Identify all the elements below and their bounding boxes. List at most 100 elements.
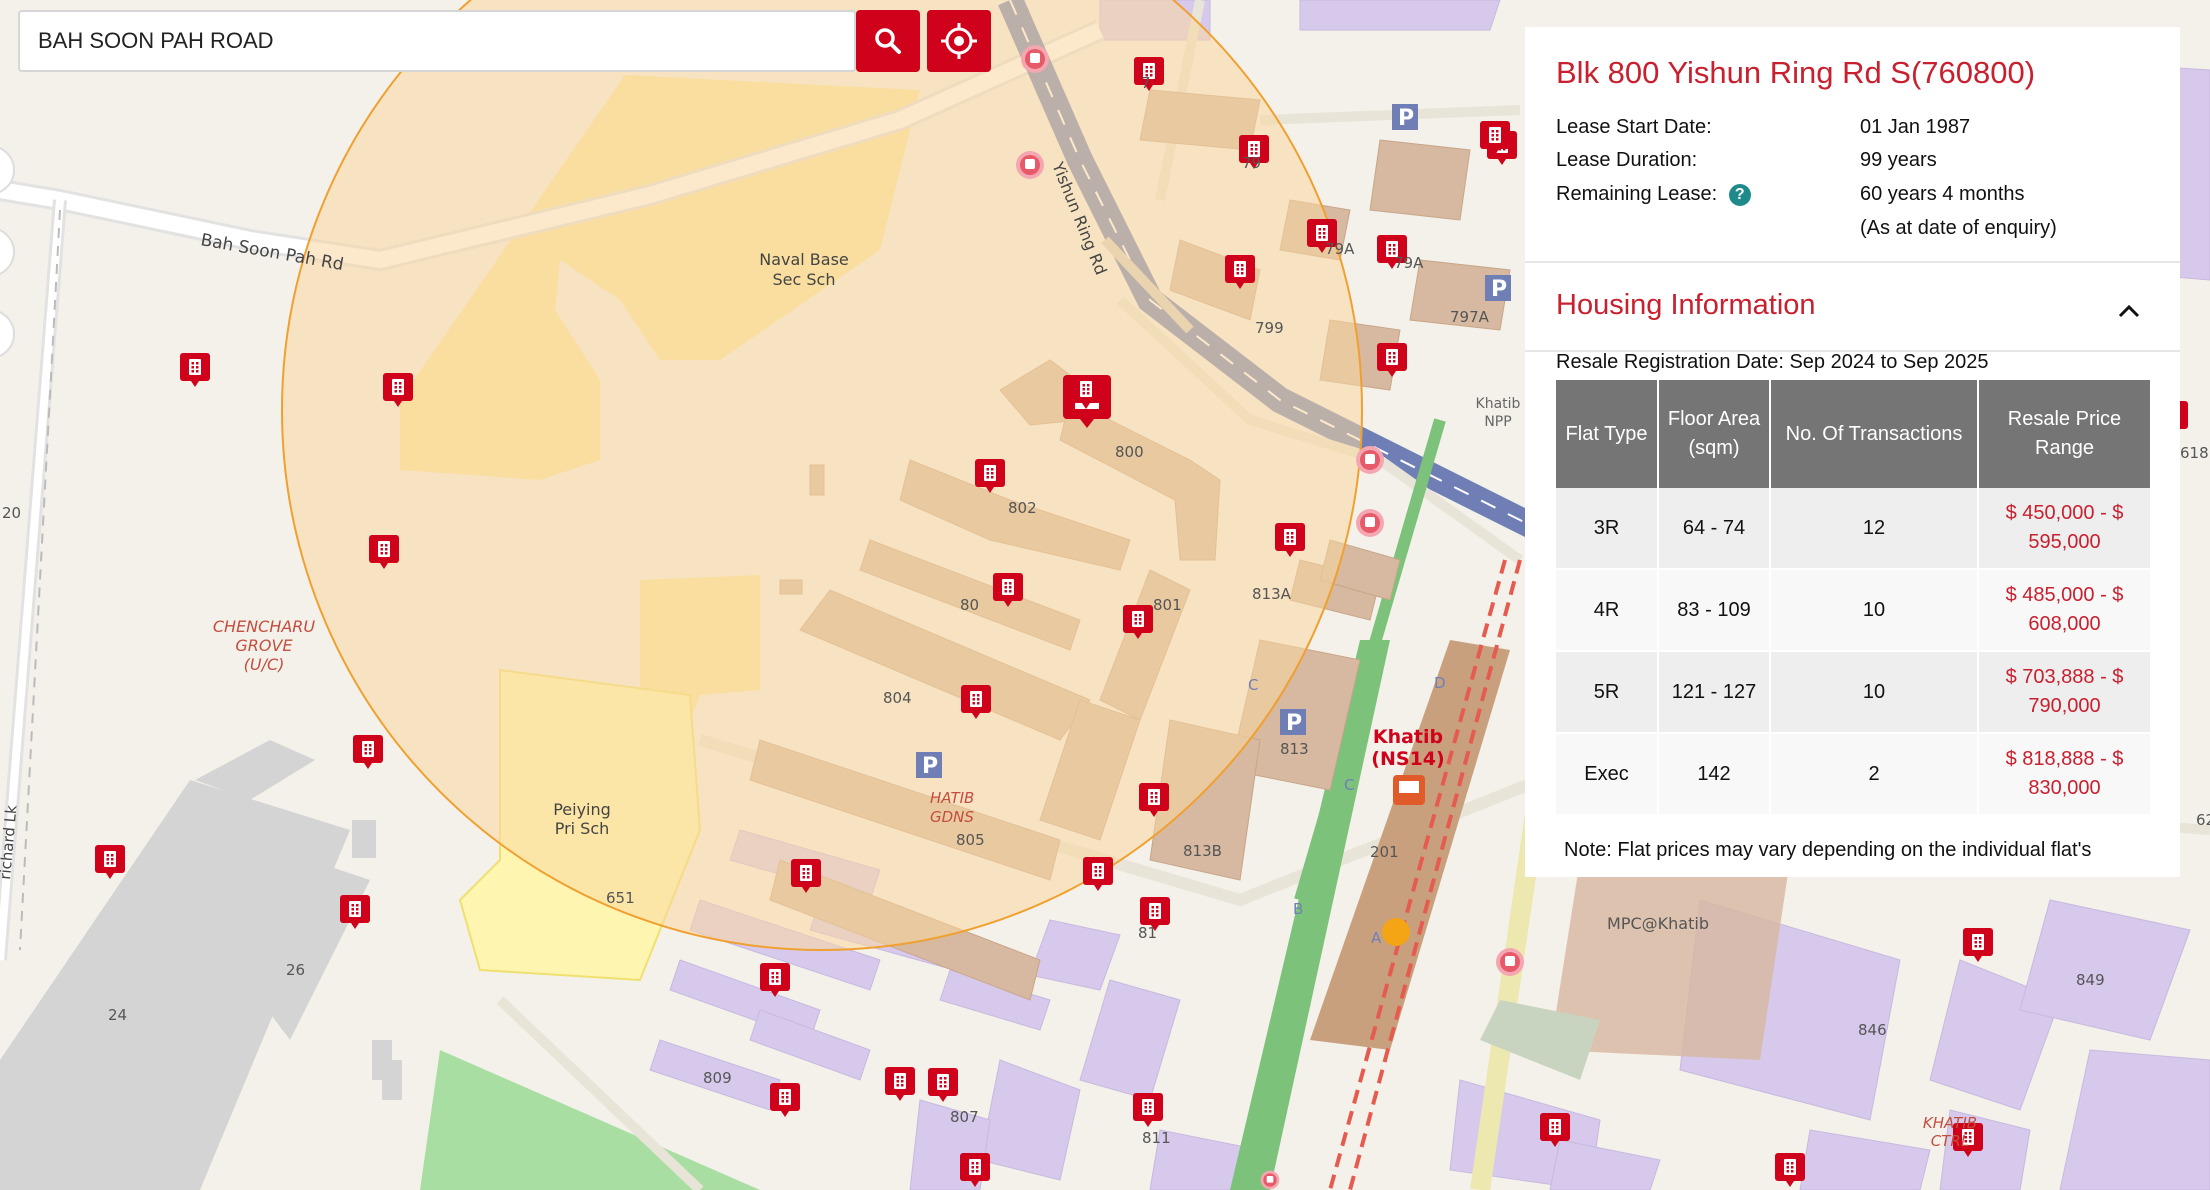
cell-flat-type: 4R <box>1556 569 1659 652</box>
table-row: Exec 142 2 $ 818,888 - $ 830,000 <box>1556 733 2150 816</box>
svg-text:62: 62 <box>2196 811 2210 829</box>
cell-flat-type: Exec <box>1556 733 1659 816</box>
svg-text:79A: 79A <box>1394 254 1424 272</box>
table-row: 4R 83 - 109 10 $ 485,000 - $ 608,000 <box>1556 569 2150 652</box>
svg-text:GROVE: GROVE <box>235 636 293 655</box>
svg-text:NPP: NPP <box>1484 414 1511 430</box>
cell-flat-type: 5R <box>1556 651 1659 734</box>
bus-stop-icon[interactable] <box>1021 45 1049 73</box>
svg-text:849: 849 <box>2076 971 2105 989</box>
cell-price-range: $ 485,000 - $ 608,000 <box>1978 569 2150 652</box>
lease-duration-label: Lease Duration: <box>1556 149 1698 171</box>
svg-text:7: 7 <box>1141 74 1151 92</box>
header-transactions: No. Of Transactions <box>1770 380 1979 488</box>
label-mpc: MPC@Khatib <box>1607 914 1709 933</box>
label-chencharu: CHENCHARU <box>213 617 316 636</box>
cell-transactions: 2 <box>1770 733 1979 816</box>
bus-stop-icon[interactable] <box>1260 1170 1280 1190</box>
svg-text:813: 813 <box>1280 740 1309 758</box>
svg-text:799: 799 <box>1255 319 1284 337</box>
search-input[interactable] <box>20 12 854 70</box>
svg-text:813A: 813A <box>1252 585 1292 603</box>
svg-text:26: 26 <box>286 961 305 979</box>
svg-text:D: D <box>1434 674 1446 692</box>
remaining-lease-value: 60 years 4 months <box>1860 183 2025 205</box>
svg-text:797A: 797A <box>1450 308 1490 326</box>
svg-text:P: P <box>922 754 938 779</box>
cell-floor-area: 83 - 109 <box>1658 569 1771 652</box>
label-khatib-gdns: HATIB <box>930 789 974 807</box>
block-title: Blk 800 Yishun Ring Rd S(760800) <box>1556 55 2036 90</box>
svg-text:P: P <box>1491 277 1507 302</box>
bus-stop-icon[interactable] <box>1356 446 1384 474</box>
block-info-panel: Blk 800 Yishun Ring Rd S(760800) Lease S… <box>1525 27 2180 877</box>
cell-floor-area: 64 - 74 <box>1658 488 1771 570</box>
header-floor-area: Floor Area (sqm) <box>1658 380 1771 488</box>
search-box[interactable] <box>18 10 856 72</box>
taxi-icon[interactable] <box>1382 918 1410 946</box>
svg-text:809: 809 <box>703 1069 732 1087</box>
lease-start-value: 01 Jan 1987 <box>1860 116 1971 138</box>
table-row: 5R 121 - 127 10 $ 703,888 - $ 790,000 <box>1556 651 2150 734</box>
svg-text:804: 804 <box>883 689 912 707</box>
svg-text:813B: 813B <box>1183 842 1222 860</box>
help-icon[interactable]: ? <box>1728 183 1751 206</box>
search-button[interactable] <box>856 10 920 72</box>
cell-transactions: 10 <box>1770 651 1979 734</box>
svg-text:618: 618 <box>2180 444 2209 462</box>
cell-flat-type: 3R <box>1556 488 1659 570</box>
svg-text:C: C <box>1248 676 1258 694</box>
chevron-up-icon[interactable] <box>2115 297 2143 325</box>
remaining-lease-row: Remaining Lease: ? <box>1556 183 1751 206</box>
cell-price-range: $ 450,000 - $ 595,000 <box>1978 488 2150 570</box>
crosshair-icon <box>941 23 977 59</box>
svg-text:846: 846 <box>1858 1021 1887 1039</box>
svg-text:(U/C): (U/C) <box>244 655 285 674</box>
svg-text:802: 802 <box>1008 499 1037 517</box>
label-khatib-ctrl: KHATIB <box>1923 1114 1977 1132</box>
cell-price-range: $ 818,888 - $ 830,000 <box>1978 733 2150 816</box>
svg-text:P: P <box>1398 106 1414 131</box>
cell-transactions: 12 <box>1770 488 1979 570</box>
bus-stop-icon[interactable] <box>1016 151 1044 179</box>
locate-me-button[interactable] <box>927 10 991 72</box>
svg-text:Sec Sch: Sec Sch <box>773 270 836 289</box>
svg-text:P: P <box>1286 711 1302 736</box>
svg-text:201: 201 <box>1370 843 1399 861</box>
svg-text:79: 79 <box>1242 154 1261 172</box>
svg-text:801: 801 <box>1153 596 1182 614</box>
bus-stop-icon[interactable] <box>1356 509 1384 537</box>
cell-floor-area: 121 - 127 <box>1658 651 1771 734</box>
label-peiying: Peiying <box>553 800 611 819</box>
svg-text:81: 81 <box>1138 924 1157 942</box>
svg-text:80: 80 <box>960 596 979 614</box>
svg-text:Pri Sch: Pri Sch <box>555 819 610 838</box>
cell-price-range: $ 703,888 - $ 790,000 <box>1978 651 2150 734</box>
svg-text:811: 811 <box>1142 1129 1171 1147</box>
svg-text:GDNS: GDNS <box>930 808 974 826</box>
svg-text:Khatib: Khatib <box>1476 396 1521 412</box>
cell-floor-area: 142 <box>1658 733 1771 816</box>
svg-text:807: 807 <box>950 1108 979 1126</box>
remaining-lease-label: Remaining Lease: <box>1556 183 1718 205</box>
lease-duration-value: 99 years <box>1860 149 1937 171</box>
price-note: Note: Flat prices may vary depending on … <box>1564 839 2092 861</box>
resale-price-table: Flat Type Floor Area (sqm) No. Of Transa… <box>1556 380 2150 816</box>
remaining-lease-note: (As at date of enquiry) <box>1860 217 2057 239</box>
svg-text:A: A <box>1371 929 1382 947</box>
svg-text:B: B <box>1293 900 1303 918</box>
svg-text:(NS14): (NS14) <box>1371 748 1444 770</box>
svg-text:800: 800 <box>1115 443 1144 461</box>
svg-text:C: C <box>1344 776 1354 794</box>
lease-start-label: Lease Start Date: <box>1556 116 1712 138</box>
table-row: 3R 64 - 74 12 $ 450,000 - $ 595,000 <box>1556 488 2150 570</box>
svg-text:651: 651 <box>606 889 635 907</box>
svg-text:20: 20 <box>2 504 21 522</box>
label-khatib-station: Khatib <box>1373 726 1443 748</box>
svg-text:CTRL: CTRL <box>1931 1132 1969 1150</box>
search-icon <box>875 28 901 54</box>
label-naval-base: Naval Base <box>759 250 849 269</box>
bus-stop-icon[interactable] <box>1496 948 1524 976</box>
cell-transactions: 10 <box>1770 569 1979 652</box>
housing-info-title[interactable]: Housing Information <box>1556 289 1816 322</box>
